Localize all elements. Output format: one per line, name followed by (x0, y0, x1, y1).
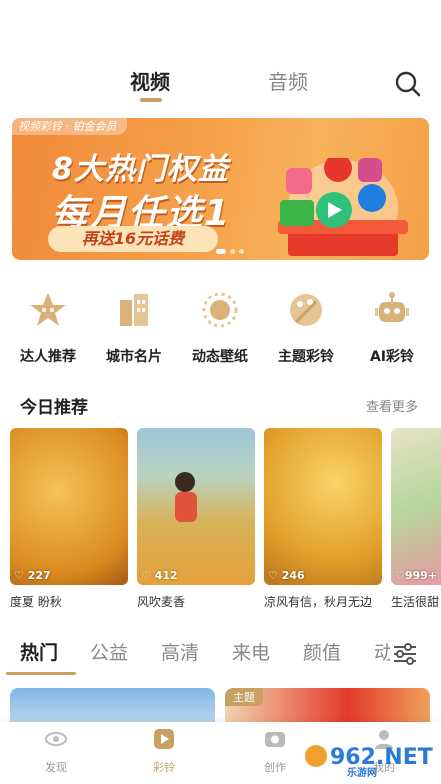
gift-box-illustration (278, 158, 408, 256)
video-card[interactable]: ♡ 412 风吹麦香 (137, 428, 255, 610)
category-label: AI彩铃 (369, 349, 415, 365)
category-ai[interactable]: AI彩铃 (352, 290, 432, 366)
nav-ringtone[interactable]: 彩铃 (134, 728, 194, 775)
city-building-icon (120, 294, 148, 326)
promo-banner[interactable]: 视频彩铃 · 铂金会员 8大热门权益 每月任选1 再送16元话费 (12, 118, 429, 260)
see-more-link[interactable]: 查看更多 (366, 396, 418, 415)
tab-charity[interactable]: 公益 (90, 638, 128, 665)
category-talent[interactable]: 达人推荐 (8, 290, 88, 366)
preview-badge: 主题 (225, 688, 263, 706)
video-caption: 度夏 盼秋 (10, 595, 62, 609)
banner-offer-pill: 再送16元话费 (48, 226, 218, 252)
category-label: 动态壁纸 (192, 349, 248, 365)
tab-hot[interactable]: 热门 (20, 638, 58, 665)
watermark-subtitle: 乐游网 (347, 768, 377, 779)
category-label: 达人推荐 (20, 349, 76, 365)
tab-hd[interactable]: 高清 (161, 638, 199, 665)
banner-pager (216, 239, 248, 258)
like-count: ♡ 412 (141, 569, 178, 582)
video-card[interactable]: ♡ 227 度夏 盼秋 (10, 428, 128, 610)
video-caption: 生活很甜 (391, 595, 440, 609)
banner-headline: 8大热门权益 (52, 152, 229, 187)
eye-icon (45, 732, 67, 746)
tab-incoming-call[interactable]: 来电 (232, 638, 270, 665)
filter-sliders-icon[interactable] (392, 641, 418, 667)
category-label: 主题彩铃 (278, 349, 334, 365)
tab-looks[interactable]: 颜值 (303, 638, 341, 665)
video-thumbnail: ♡ 227 (10, 428, 128, 585)
nav-label: 创作 (264, 761, 286, 774)
feed-tab-bar: 热门 公益 高清 来电 颜值 动 (0, 638, 441, 672)
nav-discover[interactable]: 发现 (26, 728, 86, 775)
banner-tag: 视频彩铃 · 铂金会员 (12, 118, 127, 135)
star-face-icon (30, 293, 66, 326)
like-count: ♡ 227 (14, 569, 51, 582)
video-thumbnail: ♡999+ (391, 428, 441, 585)
category-theme[interactable]: 主题彩铃 (266, 290, 346, 366)
tab-video[interactable]: 视频 (130, 66, 170, 95)
nav-create[interactable]: 创作 (245, 728, 305, 775)
video-card[interactable]: ♡ 246 凉风有信，秋月无边 (264, 428, 382, 610)
section-title: 今日推荐 (20, 398, 88, 418)
like-count: ♡999+ (395, 569, 438, 582)
nav-label: 发现 (45, 761, 67, 774)
category-label: 城市名片 (106, 349, 162, 365)
category-wallpaper[interactable]: 动态壁纸 (180, 290, 260, 366)
tab-underline (140, 98, 162, 102)
feed-tab-underline (6, 672, 76, 675)
watermark-text: 962.NET (330, 745, 433, 770)
nav-label: 彩铃 (153, 761, 175, 774)
video-thumbnail: ♡ 412 (137, 428, 255, 585)
search-icon[interactable] (394, 70, 422, 98)
video-caption: 凉风有信，秋月无边 (264, 595, 373, 609)
video-thumbnail: ♡ 246 (264, 428, 382, 585)
tab-audio[interactable]: 音频 (268, 66, 308, 95)
like-count: ♡ 246 (268, 569, 305, 582)
video-card[interactable]: ♡999+ 生活很甜 (391, 428, 441, 610)
palette-icon (290, 294, 322, 326)
category-city[interactable]: 城市名片 (94, 290, 174, 366)
sun-wallpaper-icon (202, 292, 238, 328)
tab-more-partial[interactable]: 动 (374, 638, 390, 665)
robot-icon (375, 292, 409, 322)
top-tab-bar: 视频 音频 (0, 66, 441, 106)
play-icon (154, 729, 174, 749)
video-caption: 风吹麦香 (137, 595, 186, 609)
camera-icon (265, 732, 285, 747)
